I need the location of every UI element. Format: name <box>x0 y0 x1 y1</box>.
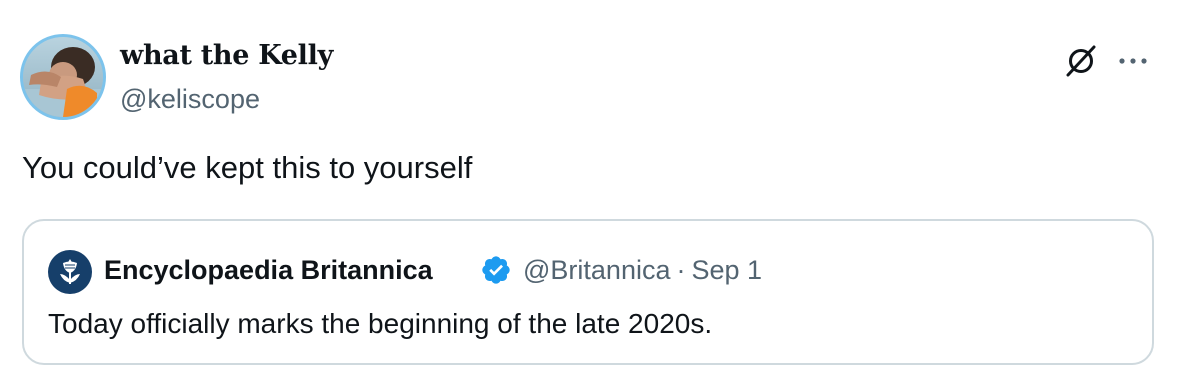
author-display-name[interactable]: what the Kelly <box>120 40 333 71</box>
tweet: what the Kelly @keliscope You could’ve k… <box>0 0 1180 382</box>
quoted-tweet-card[interactable]: Encyclopaedia Britannica @Britannica · Sep… <box>22 219 1154 365</box>
quoted-author-handle[interactable]: @Britannica <box>523 255 670 285</box>
thistle-icon <box>60 259 80 284</box>
grok-icon[interactable] <box>1064 44 1098 78</box>
meta-separator: · <box>676 255 686 285</box>
quoted-tweet-meta: @Britannica · Sep 1 <box>523 255 762 286</box>
quoted-tweet-date[interactable]: Sep 1 <box>691 255 762 285</box>
quoted-tweet-text: Today officially marks the beginning of … <box>48 308 713 339</box>
quoted-author-name[interactable]: Encyclopaedia Britannica <box>104 255 433 286</box>
more-options-icon[interactable] <box>1116 48 1150 74</box>
tweet-text: You could’ve kept this to yourself <box>22 150 473 185</box>
author-handle[interactable]: @keliscope <box>120 84 260 115</box>
author-avatar[interactable] <box>20 34 106 120</box>
verified-badge-icon <box>480 254 512 286</box>
avatar-photo <box>23 37 103 117</box>
britannica-logo-avatar[interactable] <box>48 250 92 294</box>
